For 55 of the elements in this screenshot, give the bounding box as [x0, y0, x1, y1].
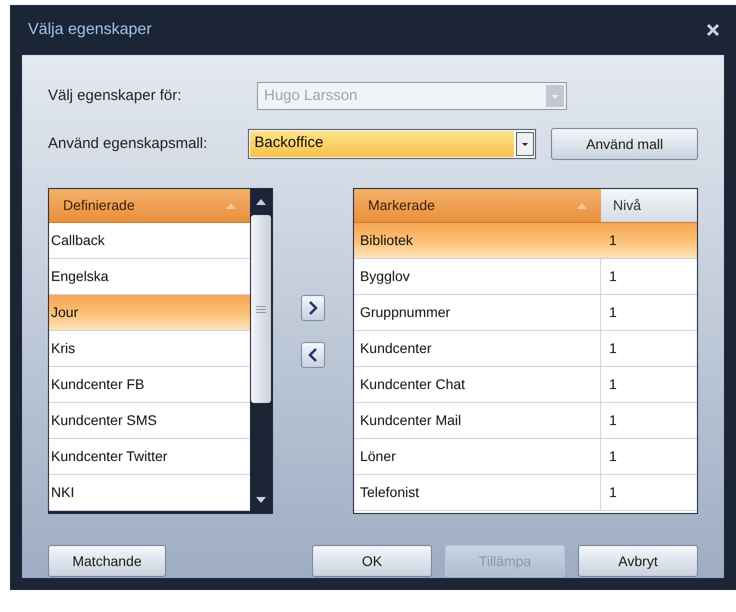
table-cell-text: 1	[608, 303, 618, 322]
template-dropdown[interactable]: Backoffice	[248, 129, 536, 159]
column-header[interactable]: Markerade	[354, 189, 601, 222]
dialog-button[interactable]: Avbryt	[578, 545, 698, 577]
sort-icon	[226, 202, 236, 208]
grip-icon	[256, 306, 266, 312]
list-item[interactable]: NKI	[49, 475, 250, 511]
table-cell-text: Bibliotek	[358, 231, 414, 250]
list-item[interactable]: Callback	[49, 223, 250, 259]
table-cell-text: 1	[608, 267, 618, 286]
table-cell: Gruppnummer	[354, 295, 601, 330]
table-cell-text: 1	[608, 375, 618, 394]
move-left-button[interactable]	[300, 342, 325, 368]
chevron-left-icon	[308, 348, 318, 362]
table-row[interactable]: Bygglov 1	[354, 259, 697, 295]
table-row[interactable]: Gruppnummer 1	[354, 295, 697, 331]
sort-icon	[576, 202, 587, 208]
list-item[interactable]: Engelska	[49, 259, 250, 295]
list-item[interactable]: Kris	[49, 331, 250, 367]
template-label: Använd egenskapsmall:	[48, 134, 208, 154]
move-right-button[interactable]	[300, 295, 325, 321]
table-cell-text: 1	[608, 411, 618, 430]
column-header[interactable]: Nivå	[600, 189, 697, 222]
table-cell: Löner	[354, 439, 601, 474]
owner-label: Välj egenskaper för:	[48, 86, 182, 106]
list-item[interactable]: Kundcenter FB	[49, 367, 250, 403]
close-icon[interactable]	[706, 23, 720, 37]
table-cell-text: 1	[608, 447, 618, 466]
table-cell: Bygglov	[354, 259, 601, 294]
list-item[interactable]: Kundcenter Twitter	[49, 439, 250, 475]
table-row[interactable]: Kundcenter Mail 1	[354, 403, 697, 439]
list-item[interactable]: Kundcenter SMS	[49, 403, 250, 439]
table-cell-text: 1	[608, 483, 618, 502]
table-row[interactable]: Kundcenter 1	[354, 331, 697, 367]
table-cell: Kundcenter Mail	[354, 403, 601, 438]
table-cell: Telefonist	[354, 475, 601, 510]
table-row[interactable]: Telefonist 1	[354, 475, 697, 511]
column-header[interactable]: Definierade	[49, 189, 250, 223]
list-item[interactable]: Jour	[49, 295, 250, 331]
table-cell-text: 1	[608, 339, 618, 358]
table-cell: Kundcenter Chat	[354, 367, 601, 402]
table-row[interactable]: Löner 1	[354, 439, 697, 475]
scroll-down-icon[interactable]	[256, 497, 266, 503]
chevron-right-icon	[308, 301, 318, 315]
table-row[interactable]: Kundcenter Chat 1	[354, 367, 697, 403]
dropdown-icon[interactable]	[516, 132, 534, 156]
window-title: Välja egenskaper	[28, 20, 152, 40]
match-button[interactable]: Matchande	[48, 545, 166, 577]
table-row[interactable]: Bibliotek 1	[354, 223, 697, 259]
table-cell-text: 1	[608, 231, 618, 250]
scrollbar-thumb[interactable]	[250, 215, 271, 403]
apply-template-button[interactable]: Använd mall	[551, 128, 698, 160]
scroll-up-icon[interactable]	[256, 199, 266, 205]
dialog-button[interactable]: OK	[312, 545, 432, 577]
table-cell: Kundcenter	[354, 331, 601, 366]
